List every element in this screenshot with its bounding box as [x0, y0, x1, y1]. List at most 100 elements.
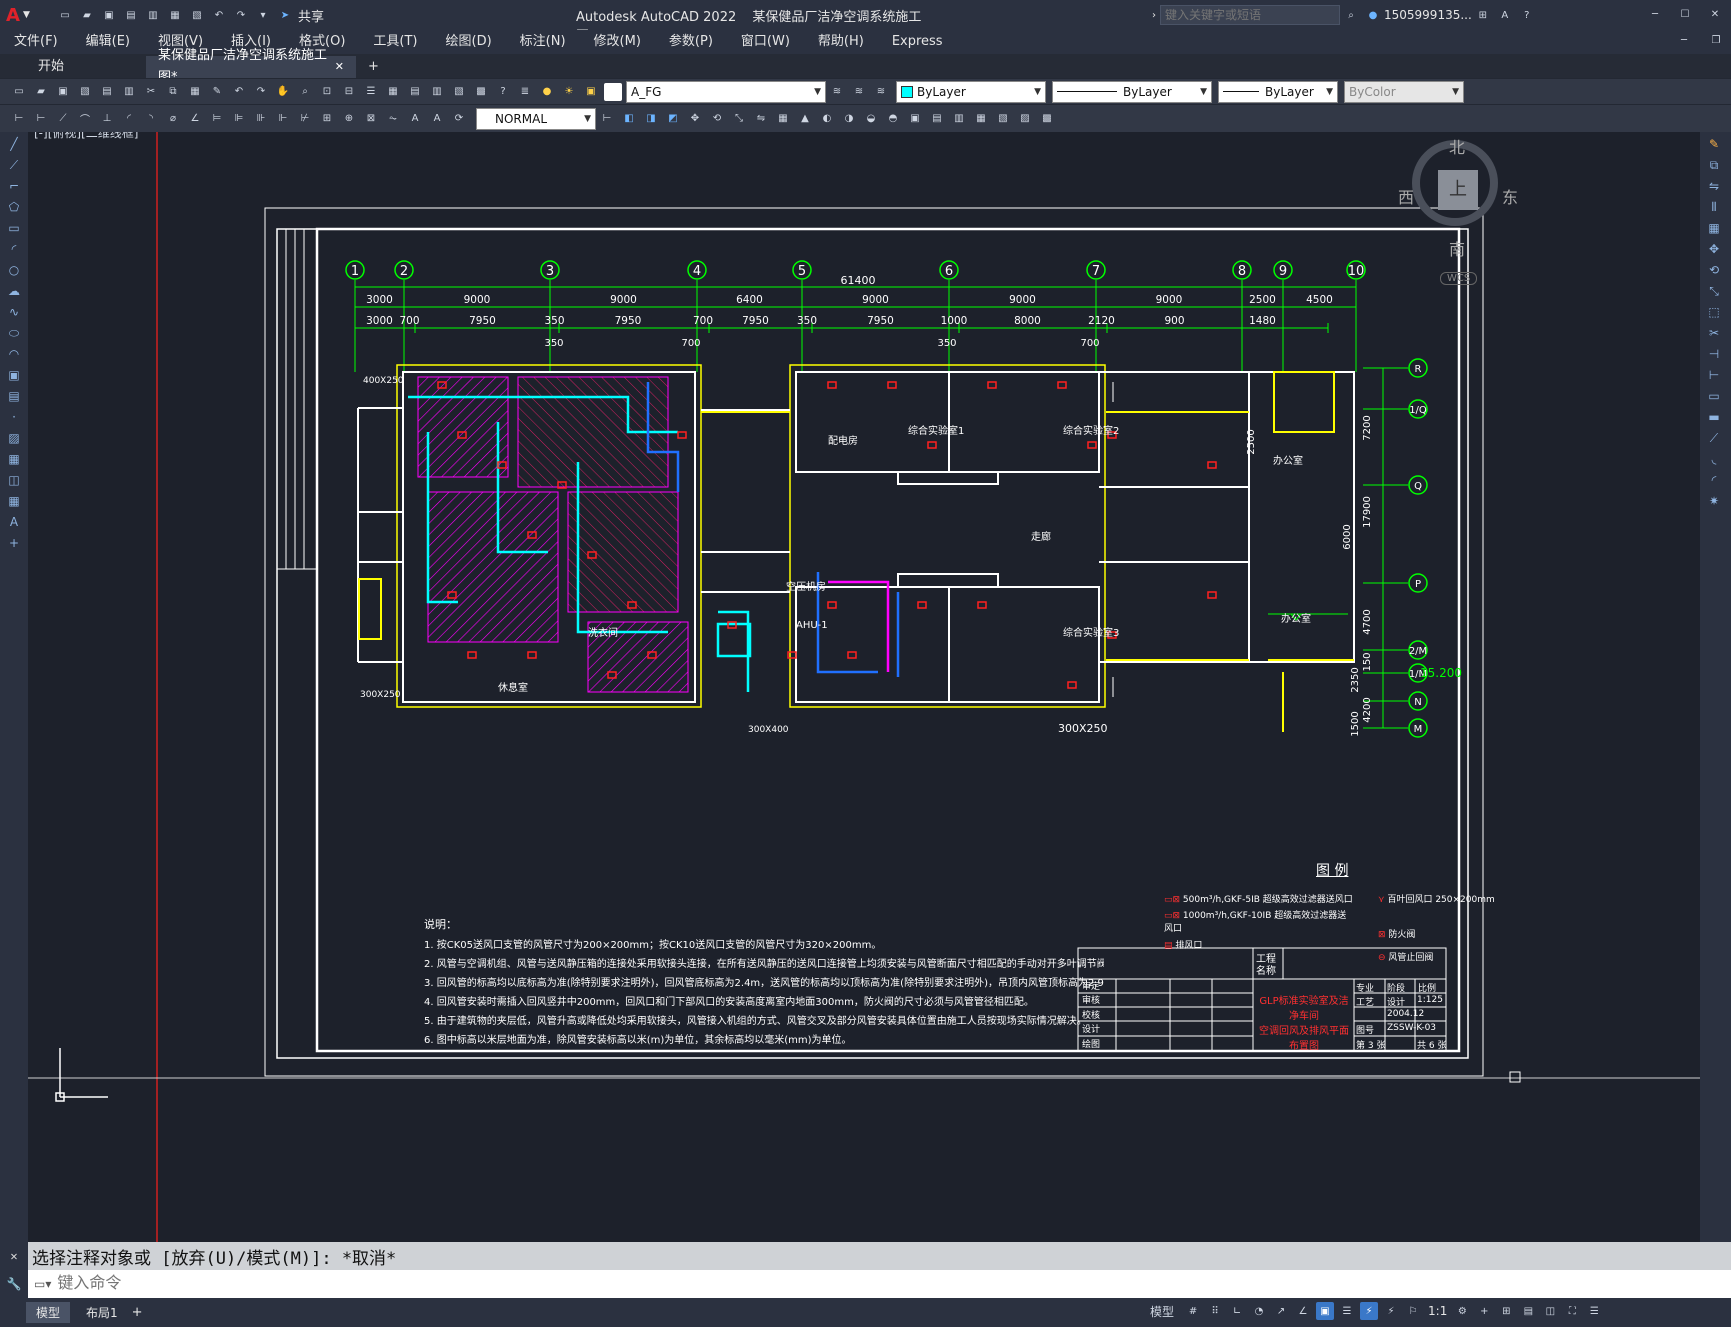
units-icon[interactable]: ⊞: [1497, 1302, 1515, 1320]
dimangular-icon[interactable]: ∠: [186, 110, 204, 128]
ellipse-icon[interactable]: ⬭: [4, 324, 24, 342]
isolate-icon[interactable]: ◫: [1541, 1302, 1559, 1320]
properties-icon[interactable]: ☰: [362, 83, 380, 101]
qat-dropdown-icon[interactable]: ▾: [254, 7, 272, 25]
undo-tb-icon[interactable]: ↶: [230, 83, 248, 101]
zoom-window-icon[interactable]: ⊡: [318, 83, 336, 101]
share-button[interactable]: 共享: [298, 6, 324, 25]
publish-icon[interactable]: ▥: [120, 83, 138, 101]
user-icon[interactable]: ●: [1364, 6, 1382, 24]
search-icon[interactable]: ⌕: [1342, 6, 1360, 24]
grid-icon[interactable]: #: [1184, 1302, 1202, 1320]
chamfer-icon[interactable]: ⟋: [1704, 429, 1724, 447]
qdim-icon[interactable]: ⊢: [10, 110, 28, 128]
fillet-icon[interactable]: ◟: [1704, 450, 1724, 468]
scale-obj-icon[interactable]: ⤡: [1704, 282, 1724, 300]
doc-restore-icon[interactable]: ❐: [1702, 32, 1730, 50]
menu-edit[interactable]: 编辑(E): [72, 30, 144, 54]
new-icon[interactable]: ▭: [56, 7, 74, 25]
plotstyle-dropdown[interactable]: ByColor ▼: [1344, 80, 1464, 103]
annotation-scale-icon[interactable]: ⚐: [1404, 1302, 1422, 1320]
menu-draw[interactable]: 绘图(D): [432, 30, 506, 54]
extract-icon[interactable]: ▣: [906, 110, 924, 128]
ellipse-arc-icon[interactable]: ◠: [4, 345, 24, 363]
dimstyle-manager-icon[interactable]: ⊢: [598, 110, 616, 128]
dimspace-icon[interactable]: ⊩: [274, 110, 292, 128]
ortho-icon[interactable]: ∟: [1228, 1302, 1246, 1320]
hatch-icon[interactable]: ▨: [4, 429, 24, 447]
save-icon[interactable]: ▣: [100, 7, 118, 25]
join-icon[interactable]: ▬: [1704, 408, 1724, 426]
redo-tb-icon[interactable]: ↷: [252, 83, 270, 101]
close-tab-icon[interactable]: ✕: [335, 56, 344, 78]
lineweight-dropdown[interactable]: ByLayer ▼: [1218, 80, 1338, 103]
blend-icon[interactable]: ◜: [1704, 471, 1724, 489]
rotate-icon[interactable]: ⟲: [708, 110, 726, 128]
layer-previous-icon[interactable]: ≋: [850, 83, 868, 101]
dimlinear-icon[interactable]: ⊢: [32, 110, 50, 128]
saveas-icon[interactable]: ▤: [122, 7, 140, 25]
move-obj-icon[interactable]: ✥: [1704, 240, 1724, 258]
viewcube[interactable]: 上 北 南 东 西 WCS: [1390, 132, 1518, 292]
mirror-obj-icon[interactable]: ⇋: [1704, 177, 1724, 195]
check-icon[interactable]: ▨: [1016, 110, 1034, 128]
menu-dimension[interactable]: 标注(N): [506, 30, 580, 54]
quickprops-icon[interactable]: ▤: [1519, 1302, 1537, 1320]
zoom-previous-icon[interactable]: ⊟: [340, 83, 358, 101]
plus-icon[interactable]: +: [1475, 1302, 1493, 1320]
insert-block-icon[interactable]: ▣: [4, 366, 24, 384]
dimupdate-icon[interactable]: ⟳: [450, 110, 468, 128]
print-icon[interactable]: ▧: [76, 83, 94, 101]
annotation-visibility-icon[interactable]: ⚡: [1360, 1302, 1379, 1320]
xline-icon[interactable]: ⟋: [4, 156, 24, 174]
color-dropdown[interactable]: ByLayer ▼: [896, 80, 1046, 103]
linetype-dropdown[interactable]: ByLayer ▼: [1052, 80, 1212, 103]
gradient-icon[interactable]: ▦: [4, 450, 24, 468]
line-icon[interactable]: ╱: [4, 135, 24, 153]
solidedit-icon[interactable]: ▩: [1038, 110, 1056, 128]
erase-icon[interactable]: ✎: [1704, 135, 1724, 153]
array-obj-icon[interactable]: ▦: [1704, 219, 1724, 237]
menu-express[interactable]: Express: [878, 30, 957, 54]
isodraft-icon[interactable]: ∠: [1294, 1302, 1312, 1320]
viewcube-face-top[interactable]: 上: [1438, 170, 1478, 210]
markup-icon[interactable]: ▧: [450, 83, 468, 101]
scale-icon[interactable]: ⤡: [730, 110, 748, 128]
region-icon[interactable]: ◫: [4, 471, 24, 489]
export-icon[interactable]: ▦: [166, 7, 184, 25]
annotation-autoscale-icon[interactable]: ⚡: [1382, 1302, 1400, 1320]
wcs-menu[interactable]: WCS: [1440, 272, 1478, 285]
polygon-icon[interactable]: ⬠: [4, 198, 24, 216]
toolpalette-icon[interactable]: ▤: [406, 83, 424, 101]
preview-icon[interactable]: ▤: [98, 83, 116, 101]
osnap-icon[interactable]: ▣: [1316, 1302, 1335, 1320]
dimtedit-icon[interactable]: A: [428, 110, 446, 128]
table-icon[interactable]: ▦: [4, 492, 24, 510]
add-selected-icon[interactable]: +: [4, 534, 24, 552]
offset-icon[interactable]: ⫴: [1704, 198, 1724, 216]
pan-icon[interactable]: ✋: [274, 83, 292, 101]
cart-icon[interactable]: ⊞: [1474, 6, 1492, 24]
chevron-right-icon[interactable]: ›: [1152, 10, 1156, 21]
point-icon[interactable]: ·: [4, 408, 24, 426]
shell-icon[interactable]: ▥: [950, 110, 968, 128]
sheetset-icon[interactable]: ▥: [428, 83, 446, 101]
annotation-scale-value[interactable]: 1:1: [1428, 1304, 1447, 1318]
layer-dropdown[interactable]: A_FG ▼: [626, 80, 826, 103]
dimbreak-icon[interactable]: ⊬: [296, 110, 314, 128]
autocad-logo[interactable]: A: [6, 5, 20, 26]
copy-icon[interactable]: ⧉: [164, 83, 182, 101]
break-icon[interactable]: ▭: [1704, 387, 1724, 405]
close-cmd-icon[interactable]: ✕: [0, 1242, 28, 1270]
dimedit-icon[interactable]: A: [406, 110, 424, 128]
open-icon[interactable]: ▰: [78, 7, 96, 25]
qnew-icon[interactable]: ▭: [10, 83, 28, 101]
customize-icon[interactable]: 🔧: [0, 1270, 28, 1298]
dimstyle-dropdown[interactable]: NORMAL ▼: [476, 107, 596, 130]
imprint-icon[interactable]: ▤: [928, 110, 946, 128]
help-icon[interactable]: ?: [1518, 6, 1536, 24]
menu-parameter[interactable]: 参数(P): [655, 30, 727, 54]
clean-icon[interactable]: ▦: [972, 110, 990, 128]
break-at-point-icon[interactable]: ⊢: [1704, 366, 1724, 384]
dimcontinue-icon[interactable]: ⊪: [252, 110, 270, 128]
